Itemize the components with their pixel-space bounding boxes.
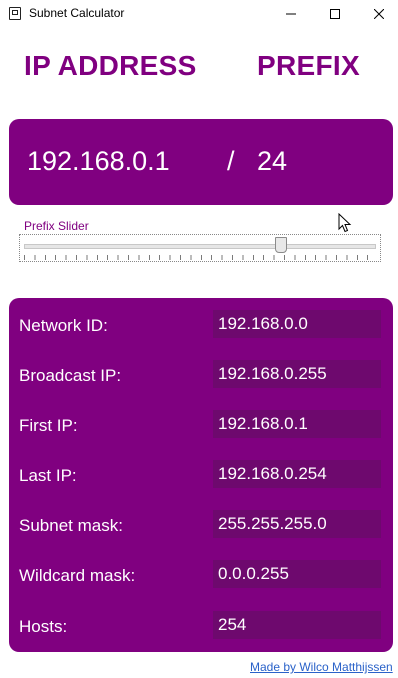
broadcast-ip-label: Broadcast IP: — [19, 366, 122, 385]
slider-ticks — [24, 255, 376, 260]
app-icon — [9, 7, 21, 20]
minimize-icon — [286, 13, 296, 15]
broadcast-ip-value[interactable]: 192.168.0.255 — [213, 360, 381, 388]
wildcard-mask-value[interactable]: 0.0.0.255 — [213, 560, 381, 588]
subnet-mask-value[interactable]: 255.255.255.0 — [213, 510, 381, 538]
last-ip-label: Last IP: — [19, 466, 77, 485]
prefix-slider-label: Prefix Slider — [24, 219, 89, 233]
network-id-value[interactable]: 192.168.0.0 — [213, 310, 381, 338]
wildcard-mask-label: Wildcard mask: — [19, 566, 136, 585]
prefix-input[interactable]: 24 — [257, 146, 287, 177]
ip-input-panel: 192.168.0.1 / 24 — [9, 119, 393, 205]
close-button[interactable] — [356, 0, 398, 28]
slider-thumb[interactable] — [275, 237, 287, 253]
prefix-separator: / — [227, 146, 235, 176]
ip-address-input[interactable]: 192.168.0.1 — [27, 146, 170, 177]
hosts-label: Hosts: — [19, 617, 68, 636]
title-bar: Subnet Calculator — [0, 0, 398, 28]
maximize-button[interactable] — [312, 0, 358, 28]
hosts-value[interactable]: 254 — [213, 611, 381, 639]
mouse-cursor-icon — [338, 213, 352, 233]
results-panel: Network ID: 192.168.0.0 Broadcast IP: 19… — [9, 298, 393, 652]
window-title: Subnet Calculator — [29, 6, 125, 20]
prefix-heading: PREFIX — [257, 50, 360, 81]
maximize-icon — [330, 9, 340, 19]
subnet-mask-label: Subnet mask: — [19, 516, 123, 535]
credit-link[interactable]: Made by Wilco Matthijssen — [250, 660, 393, 674]
prefix-slider[interactable] — [19, 234, 381, 262]
minimize-button[interactable] — [268, 0, 314, 28]
first-ip-value[interactable]: 192.168.0.1 — [213, 410, 381, 438]
slider-track[interactable] — [24, 244, 376, 249]
ip-address-heading: IP ADDRESS — [24, 50, 197, 81]
close-icon — [374, 9, 384, 19]
network-id-label: Network ID: — [19, 316, 108, 335]
first-ip-label: First IP: — [19, 416, 78, 435]
last-ip-value[interactable]: 192.168.0.254 — [213, 460, 381, 488]
